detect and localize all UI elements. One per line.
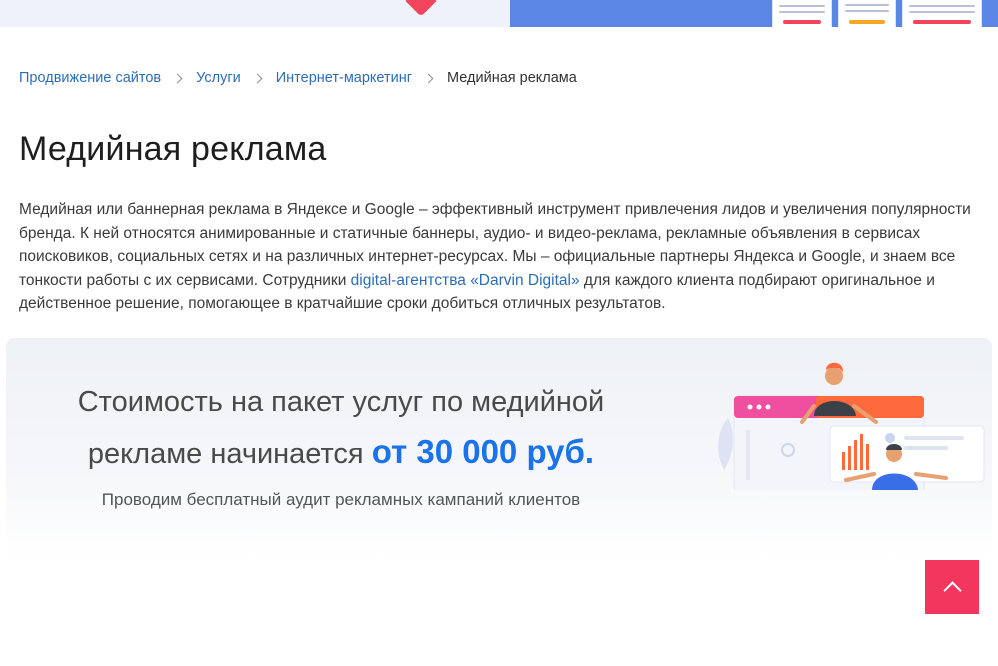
banner-card <box>772 0 832 27</box>
price-heading-prefix: рекламе начинается <box>87 438 372 470</box>
banner-card <box>838 0 896 27</box>
agency-link[interactable]: digital-агентства «Darvin Digital» <box>351 272 580 289</box>
chevron-right-icon <box>252 73 263 83</box>
price-amount: от 30 000 руб. <box>371 433 595 470</box>
chevron-right-icon <box>172 73 183 83</box>
chevron-right-icon <box>423 73 434 83</box>
breadcrumb: Продвижение сайтов Услуги Интернет-марке… <box>19 68 577 88</box>
price-heading-line1: Стоимость на пакет услуг по медийной <box>77 386 605 418</box>
breadcrumb-link-internet-marketing[interactable]: Интернет-маркетинг <box>276 70 412 86</box>
breadcrumb-current: Медийная реклама <box>447 70 577 86</box>
banner-card <box>902 0 982 27</box>
intro-paragraph: Медийная или баннерная реклама в Яндексе… <box>19 198 981 316</box>
top-banner-strip <box>0 0 998 27</box>
breadcrumb-link-services[interactable]: Услуги <box>196 70 241 86</box>
breadcrumb-link-site-promotion[interactable]: Продвижение сайтов <box>19 70 161 86</box>
marketing-team-illustration <box>718 362 985 490</box>
page-title: Медийная реклама <box>19 130 327 168</box>
price-heading-line2: рекламе начинается от 30 000 руб. <box>6 433 676 471</box>
heart-icon <box>405 0 437 17</box>
price-block: Стоимость на пакет услуг по медийной рек… <box>6 338 992 560</box>
chevron-up-icon <box>942 581 962 600</box>
free-audit-note: Проводим бесплатный аудит рекламных камп… <box>101 490 581 509</box>
scroll-to-top-button[interactable] <box>925 560 979 614</box>
